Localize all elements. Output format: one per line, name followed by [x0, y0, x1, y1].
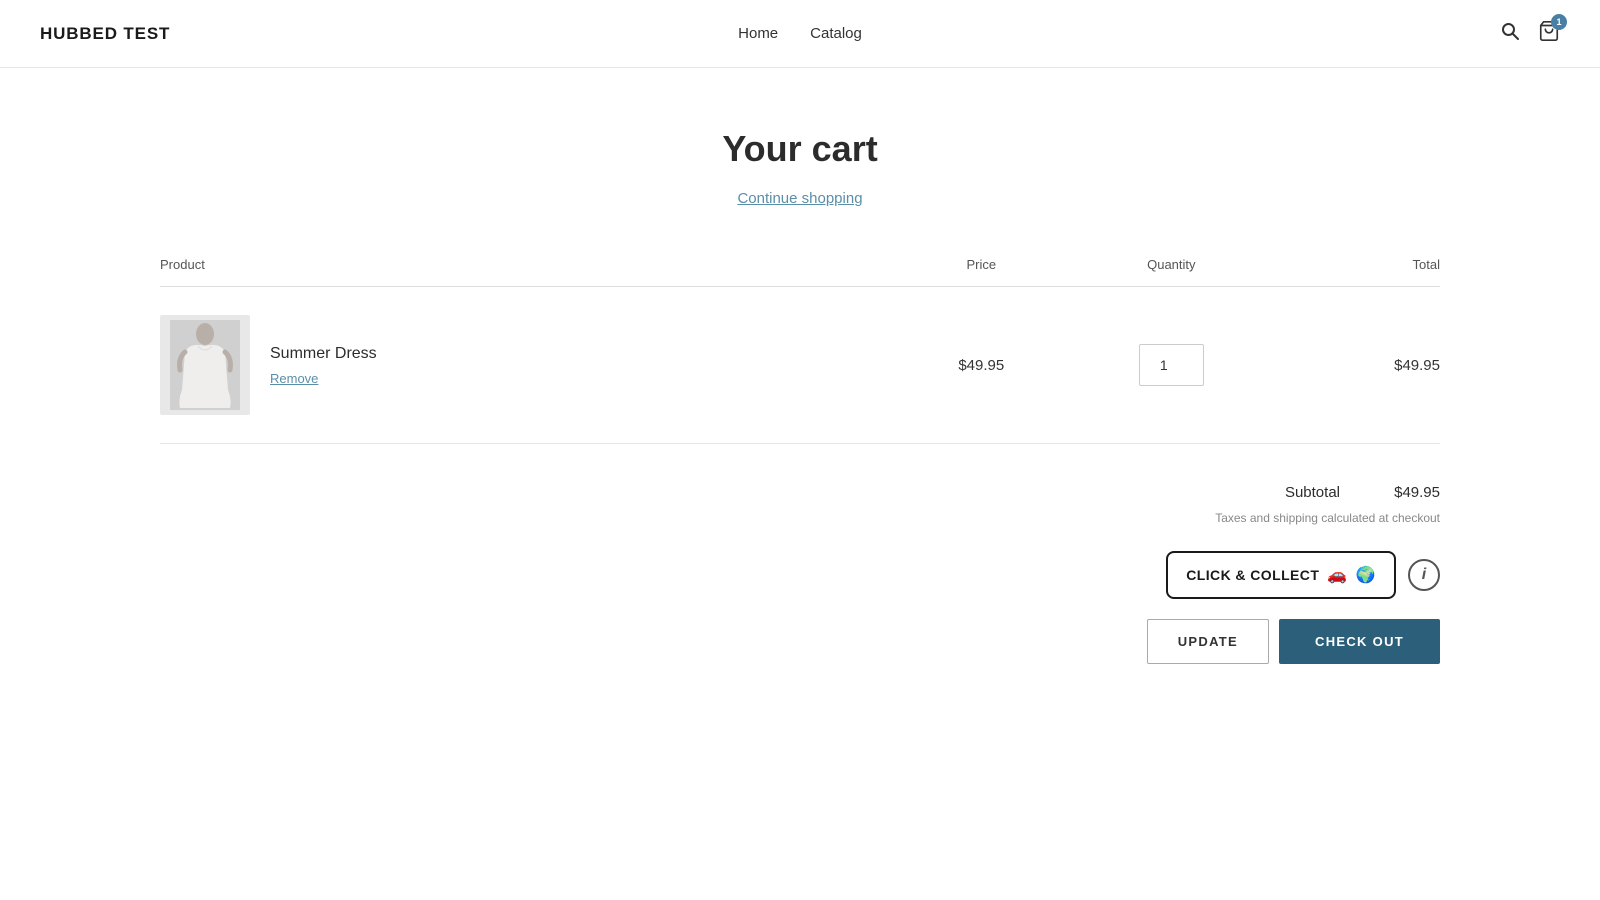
search-icon[interactable]: [1500, 21, 1520, 46]
remove-item-link[interactable]: Remove: [270, 371, 377, 386]
col-header-product: Product: [160, 257, 903, 287]
earth-icon: 🌍: [1356, 565, 1376, 585]
site-logo: HUBBED TEST: [40, 24, 170, 44]
product-cell: Summer Dress Remove: [160, 287, 903, 444]
action-buttons: UPDATE CHECK OUT: [1147, 619, 1440, 664]
info-icon[interactable]: i: [1408, 559, 1440, 591]
click-collect-row: CLICK & COLLECT 🚗 🌍 i: [1166, 551, 1440, 599]
product-quantity-cell: [1060, 287, 1283, 444]
header-icons: 1: [1500, 20, 1560, 47]
product-image: [160, 315, 250, 415]
product-name: Summer Dress: [270, 345, 377, 363]
click-collect-button[interactable]: CLICK & COLLECT 🚗 🌍: [1166, 551, 1396, 599]
cart-table: Product Price Quantity Total: [160, 257, 1440, 444]
continue-shopping-link[interactable]: Continue shopping: [160, 190, 1440, 207]
subtotal-row: Subtotal $49.95: [1285, 484, 1440, 501]
click-collect-label: CLICK & COLLECT: [1186, 567, 1319, 583]
checkout-button[interactable]: CHECK OUT: [1279, 619, 1440, 664]
subtotal-value: $49.95: [1380, 484, 1440, 501]
cart-icon[interactable]: 1: [1538, 20, 1560, 47]
table-row: Summer Dress Remove $49.95 $49.95: [160, 287, 1440, 444]
truck-icon: 🚗: [1327, 565, 1347, 585]
nav-home[interactable]: Home: [738, 25, 778, 42]
site-header: HUBBED TEST Home Catalog 1: [0, 0, 1600, 68]
table-header-row: Product Price Quantity Total: [160, 257, 1440, 287]
col-header-price: Price: [903, 257, 1060, 287]
quantity-input[interactable]: [1139, 344, 1204, 386]
main-content: Your cart Continue shopping Product Pric…: [100, 68, 1500, 744]
col-header-total: Total: [1283, 257, 1440, 287]
update-button[interactable]: UPDATE: [1147, 619, 1269, 664]
cart-footer: Subtotal $49.95 Taxes and shipping calcu…: [160, 484, 1440, 664]
tax-note: Taxes and shipping calculated at checkou…: [1215, 511, 1440, 525]
nav-catalog[interactable]: Catalog: [810, 25, 862, 42]
cart-badge: 1: [1551, 14, 1567, 30]
product-total: $49.95: [1283, 287, 1440, 444]
product-info: Summer Dress Remove: [270, 345, 377, 386]
page-title: Your cart: [160, 128, 1440, 170]
main-nav: Home Catalog: [738, 25, 862, 42]
product-price: $49.95: [903, 287, 1060, 444]
subtotal-label: Subtotal: [1285, 484, 1340, 501]
col-header-quantity: Quantity: [1060, 257, 1283, 287]
